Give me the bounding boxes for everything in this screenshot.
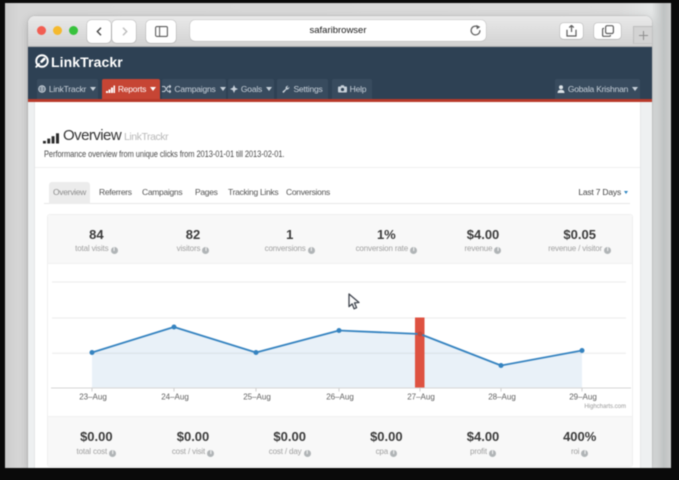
svg-text:24–Aug: 24–Aug [161,393,189,402]
svg-text:28–Aug: 28–Aug [488,393,516,402]
svg-text:26–Aug: 26–Aug [326,393,354,402]
svg-text:25–Aug: 25–Aug [243,393,271,402]
svg-text:27–Aug: 27–Aug [407,393,435,402]
svg-text:29–Aug: 29–Aug [569,393,597,402]
svg-text:23–Aug: 23–Aug [79,393,107,402]
svg-text:Highcharts.com: Highcharts.com [584,404,626,410]
